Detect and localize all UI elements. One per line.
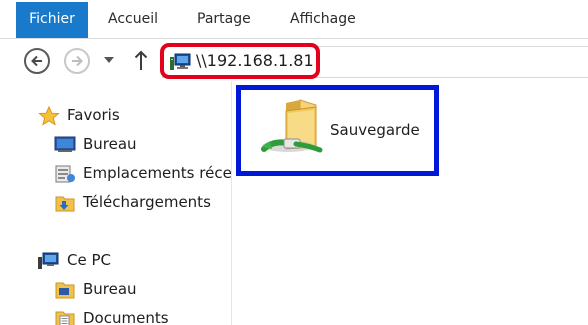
nav-item-label: Ce PC xyxy=(67,251,111,269)
back-button[interactable] xyxy=(24,48,50,74)
navigation-bar: \\192.168.1.81 xyxy=(0,39,588,81)
tab-accueil[interactable]: Accueil xyxy=(98,0,168,38)
nav-item-label: Bureau xyxy=(83,280,137,298)
recent-locations-chevron-icon[interactable] xyxy=(104,57,114,63)
forward-button[interactable] xyxy=(64,48,90,74)
address-highlight-box xyxy=(160,43,320,79)
content-area: Sauvegarde xyxy=(232,81,588,325)
tab-partage[interactable]: Partage xyxy=(187,0,261,38)
desktop-folder-icon xyxy=(55,282,75,299)
navigation-pane: Favoris Bureau Emplacements récer Téléch… xyxy=(0,81,232,325)
back-arrow-icon xyxy=(31,55,42,67)
folder-item-label: Sauvegarde xyxy=(330,121,420,139)
desktop-icon xyxy=(54,136,76,152)
downloads-folder-icon xyxy=(55,196,75,212)
tab-affichage[interactable]: Affichage xyxy=(280,0,366,38)
tab-fichier[interactable]: Fichier xyxy=(16,2,88,38)
up-arrow-icon[interactable] xyxy=(134,49,148,71)
forward-arrow-icon xyxy=(72,55,83,67)
nav-item-label: Documents xyxy=(83,309,169,325)
shared-folder-icon xyxy=(261,99,323,153)
star-icon xyxy=(38,106,60,126)
documents-icon xyxy=(55,311,75,325)
nav-item-label: Favoris xyxy=(67,106,120,124)
recent-places-icon xyxy=(55,165,75,183)
computer-icon xyxy=(38,252,59,269)
ribbon: Fichier Accueil Partage Affichage xyxy=(0,0,588,39)
nav-item-label: Bureau xyxy=(83,135,137,153)
nav-item-label: Téléchargements xyxy=(83,193,211,211)
nav-item-label: Emplacements récer xyxy=(83,164,232,182)
